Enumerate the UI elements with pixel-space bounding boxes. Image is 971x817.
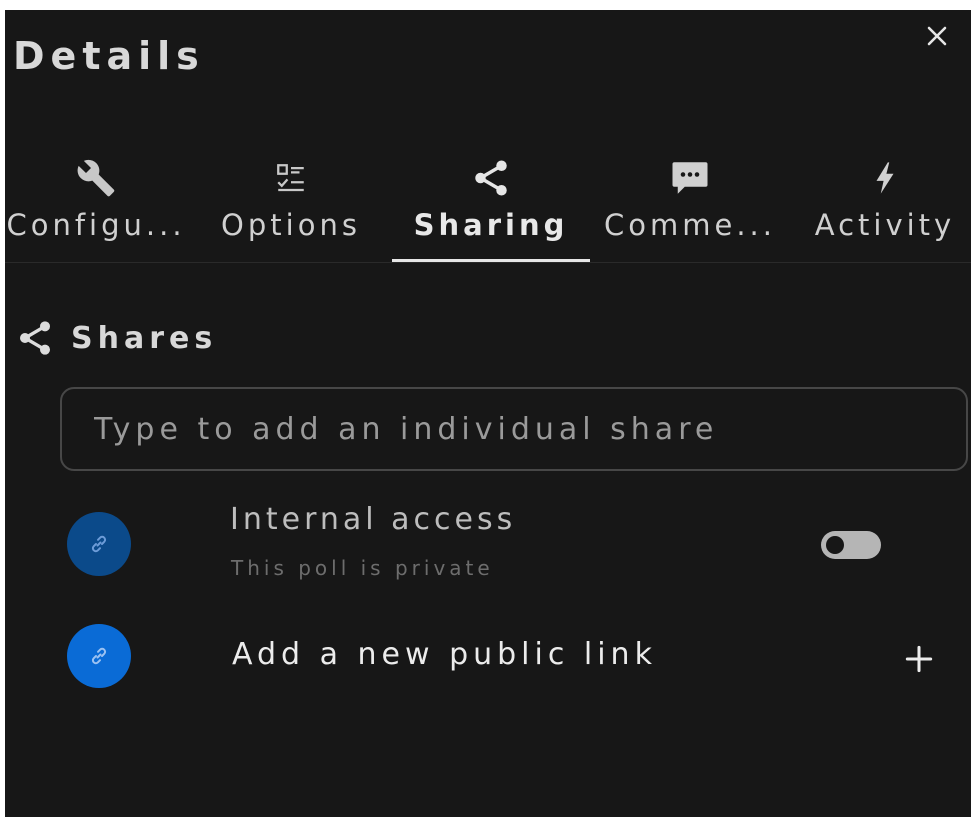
lightning-icon bbox=[876, 162, 894, 194]
close-icon bbox=[927, 26, 947, 46]
tab-label: Options bbox=[221, 208, 361, 242]
share-icon bbox=[20, 321, 50, 355]
internal-access-title: Internal access bbox=[230, 502, 517, 537]
tab-label: Activity bbox=[814, 208, 956, 242]
toggle-knob bbox=[826, 536, 844, 554]
close-button[interactable] bbox=[919, 18, 955, 54]
panel-title: Details bbox=[13, 34, 205, 78]
public-link-avatar bbox=[67, 624, 131, 688]
tab-label: Comme... bbox=[604, 208, 776, 242]
tab-bar: Configu... Options Sharing Comme... Acti… bbox=[5, 150, 971, 263]
share-search-box[interactable] bbox=[60, 387, 968, 471]
checklist-icon bbox=[277, 164, 304, 192]
add-public-link-button[interactable]: Add a new public link bbox=[232, 637, 657, 672]
plus-icon bbox=[905, 645, 933, 673]
share-icon bbox=[475, 160, 507, 196]
tab-underline bbox=[392, 259, 590, 262]
tab-activity[interactable]: Activity bbox=[790, 150, 971, 262]
tab-label: Sharing bbox=[413, 208, 569, 242]
shares-heading: Shares bbox=[15, 316, 217, 360]
shares-heading-label: Shares bbox=[71, 320, 218, 356]
wrench-icon bbox=[77, 159, 115, 197]
tab-comments[interactable]: Comme... bbox=[595, 150, 785, 262]
internal-access-toggle[interactable] bbox=[821, 531, 881, 559]
details-panel: Details Configu... Options Sharing Comme… bbox=[5, 10, 971, 817]
tab-label: Configu... bbox=[6, 208, 186, 242]
internal-access-avatar bbox=[67, 512, 131, 576]
tab-configuration[interactable]: Configu... bbox=[5, 150, 191, 262]
share-search-input[interactable] bbox=[92, 410, 966, 448]
link-icon bbox=[91, 647, 107, 665]
comment-icon bbox=[672, 162, 708, 194]
tab-options[interactable]: Options bbox=[196, 150, 386, 262]
link-icon bbox=[91, 535, 107, 553]
add-public-link-plus[interactable] bbox=[900, 640, 938, 678]
internal-access-subtitle: This poll is private bbox=[231, 556, 494, 580]
tab-sharing[interactable]: Sharing bbox=[392, 150, 590, 262]
